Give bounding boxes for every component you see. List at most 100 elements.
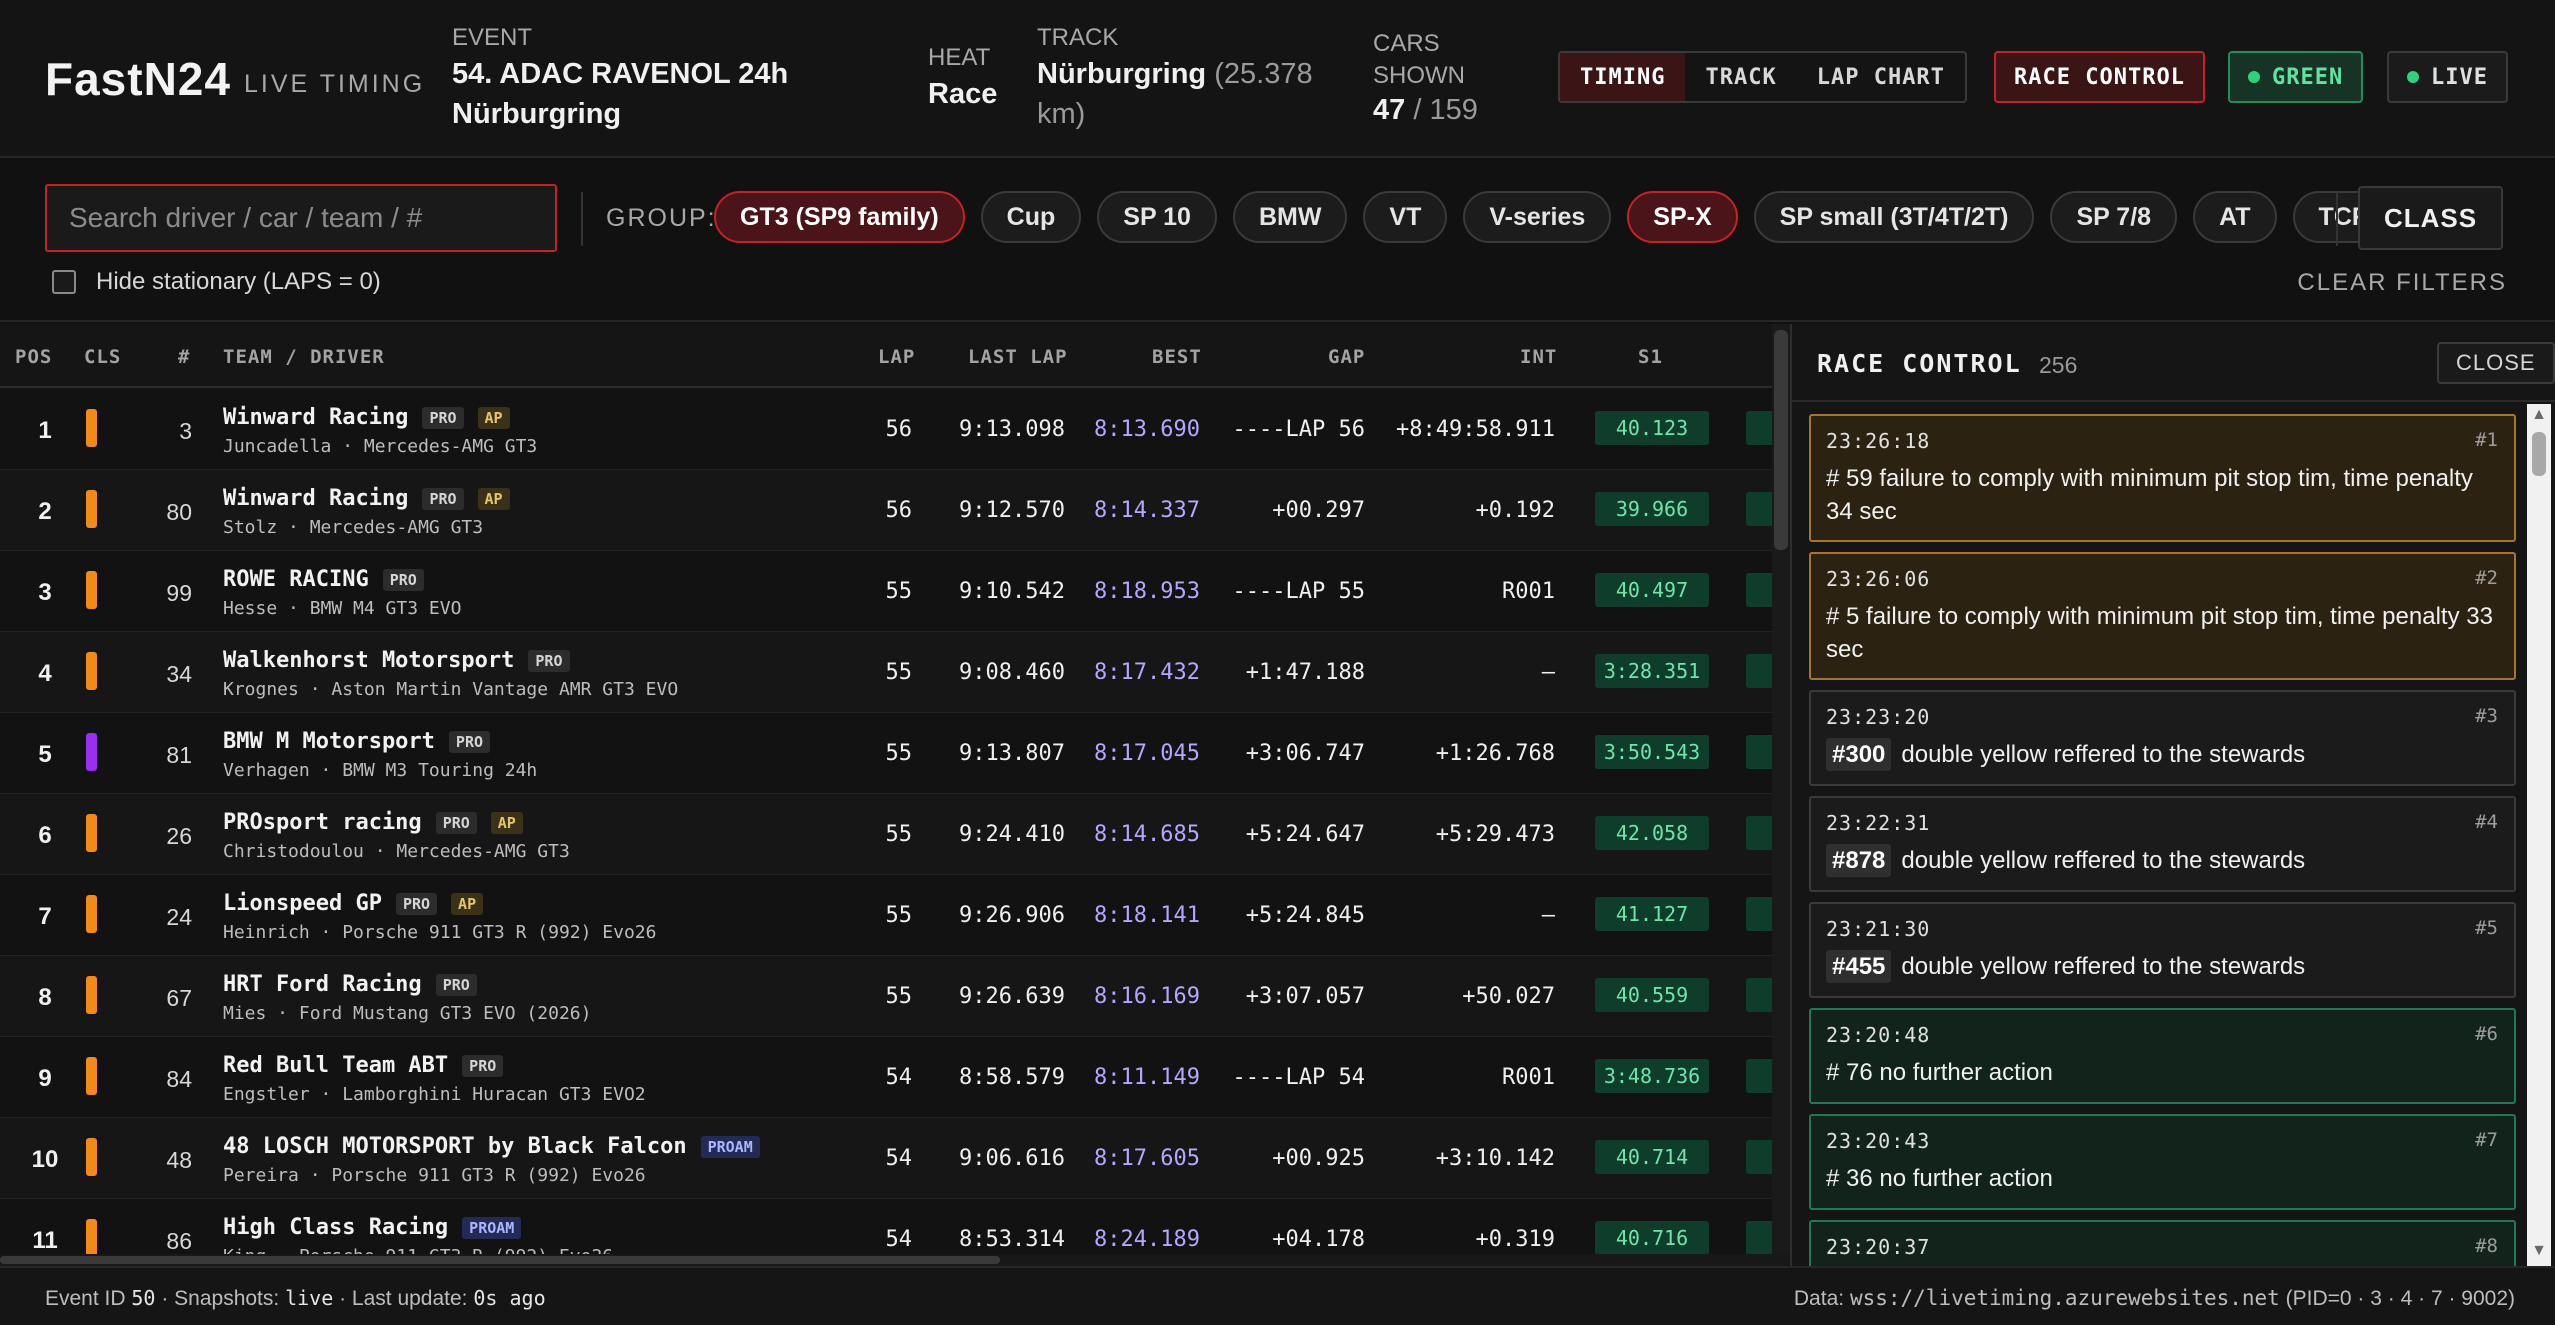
col-team-driver[interactable]: TEAM / DRIVER bbox=[223, 346, 385, 368]
race-control-messages: 23:26:18 #1 # 59 failure to comply with mi… bbox=[1792, 404, 2532, 1266]
col-best[interactable]: BEST bbox=[1152, 346, 1202, 368]
sector-1-time: 40.716 bbox=[1595, 1221, 1709, 1255]
interval: R001 bbox=[1502, 579, 1555, 604]
table-row[interactable]: 7 24 Lionspeed GP PRO AP Heinrich · Porsche 9… bbox=[0, 875, 1790, 956]
interval: – bbox=[1541, 660, 1555, 685]
chip-v-series[interactable]: V-series bbox=[1463, 191, 1612, 243]
gap: +5:24.845 bbox=[1245, 903, 1365, 928]
top-header: FastN24 LIVE TIMING EVENT 54. ADAC RAVEN… bbox=[0, 0, 2555, 158]
race-control-message[interactable]: 23:26:06 #2 # 5 failure to comply with min… bbox=[1809, 552, 2516, 680]
last-update-label: · Last update: bbox=[339, 1287, 468, 1310]
chip-at[interactable]: AT bbox=[2193, 191, 2277, 243]
cars-label: CARS SHOWN bbox=[1373, 28, 1465, 92]
class-color-bar bbox=[86, 571, 97, 609]
car-number-tag: #455 bbox=[1826, 950, 1892, 983]
team-name-text: HRT Ford Racing bbox=[223, 972, 422, 997]
message-index: #2 bbox=[2475, 567, 2498, 589]
best-lap: 8:14.685 bbox=[1094, 822, 1200, 847]
table-row[interactable]: 5 81 BMW M Motorsport PRO Verhagen · BMW M3 … bbox=[0, 713, 1790, 794]
scroll-down-icon[interactable]: ▼ bbox=[2530, 1242, 2548, 1260]
scroll-up-icon[interactable]: ▲ bbox=[2530, 406, 2548, 424]
col-gap[interactable]: GAP bbox=[1328, 346, 1365, 368]
col-pos[interactable]: POS bbox=[15, 346, 52, 368]
chip-sp78[interactable]: SP 7/8 bbox=[2050, 191, 2178, 243]
tab-track[interactable]: TRACK bbox=[1685, 53, 1796, 101]
track-name: Nürburgring bbox=[1037, 58, 1207, 90]
chip-sp-x[interactable]: SP-X bbox=[1627, 191, 1738, 243]
team-name-text: ROWE RACING bbox=[223, 567, 369, 592]
class-badge: AP bbox=[477, 487, 510, 510]
hide-stationary-checkbox[interactable] bbox=[52, 270, 76, 294]
chip-sp10[interactable]: SP 10 bbox=[1097, 191, 1217, 243]
table-row[interactable]: 6 26 PROsport racing PRO AP Christodoulou · M… bbox=[0, 794, 1790, 875]
table-row[interactable]: 2 80 Winward Racing PRO AP Stolz · Mercedes-A… bbox=[0, 470, 1790, 551]
chip-bmw[interactable]: BMW bbox=[1232, 191, 1348, 243]
interval: +5:29.473 bbox=[1435, 822, 1555, 847]
gap: ----LAP 54 bbox=[1232, 1065, 1365, 1090]
race-control-button[interactable]: RACE CONTROL bbox=[1994, 51, 2205, 103]
col-int[interactable]: INT bbox=[1520, 346, 1557, 368]
team-name: Winward Racing PRO AP bbox=[223, 486, 510, 511]
footer-status: Event ID 50 · Snapshots: live · Last upd… bbox=[45, 1286, 546, 1311]
driver-car: Hesse · BMW M4 GT3 EVO bbox=[223, 598, 462, 619]
class-badge: AP bbox=[451, 892, 484, 915]
table-row[interactable]: 1 3 Winward Racing PRO AP Juncadella · Merced… bbox=[0, 389, 1790, 470]
tab-timing[interactable]: TIMING bbox=[1560, 53, 1686, 101]
class-color-bar bbox=[86, 1219, 97, 1257]
col-lap[interactable]: LAP bbox=[878, 346, 915, 368]
table-row[interactable]: 8 67 HRT Ford Racing PRO Mies · Ford Mustang… bbox=[0, 956, 1790, 1037]
class-button[interactable]: CLASS bbox=[2358, 186, 2504, 250]
sector-1-time: 40.123 bbox=[1595, 411, 1709, 445]
car-number: 3 bbox=[179, 418, 192, 444]
race-control-message[interactable]: 23:21:30 #5 #455 double yellow reffered to … bbox=[1809, 902, 2516, 998]
table-scroll-thumb[interactable] bbox=[1774, 330, 1788, 550]
position: 6 bbox=[38, 822, 52, 849]
sector-1-time: 40.559 bbox=[1595, 978, 1709, 1012]
race-control-message[interactable]: 23:20:43 #7 # 36 no further action bbox=[1809, 1114, 2516, 1210]
race-control-message[interactable]: 23:20:37 #8 bbox=[1809, 1220, 2516, 1266]
chip-gt3[interactable]: GT3 (SP9 family) bbox=[714, 191, 965, 243]
race-control-scrollbar[interactable] bbox=[2527, 404, 2551, 1266]
app-logo: FastN24 bbox=[45, 53, 231, 105]
race-control-message[interactable]: 23:23:20 #3 #300 double yellow reffered to … bbox=[1809, 690, 2516, 786]
race-control-message[interactable]: 23:20:48 #6 # 76 no further action bbox=[1809, 1008, 2516, 1104]
clear-filters-button[interactable]: CLEAR FILTERS bbox=[2297, 269, 2507, 297]
table-hscroll-thumb[interactable] bbox=[0, 1256, 1000, 1264]
cars-shown: 47 bbox=[1373, 94, 1406, 126]
gap: +3:07.057 bbox=[1245, 984, 1365, 1009]
col-cls[interactable]: CLS bbox=[84, 346, 121, 368]
team-name: Lionspeed GP PRO AP bbox=[223, 891, 484, 916]
col-s1[interactable]: S1 bbox=[1638, 346, 1663, 368]
race-control-message[interactable]: 23:26:18 #1 # 59 failure to comply with mi… bbox=[1809, 414, 2516, 542]
team-name-text: Winward Racing bbox=[223, 486, 409, 511]
team-name-text: 48 LOSCH MOTORSPORT by Black Falcon bbox=[223, 1134, 687, 1159]
class-badge: AP bbox=[490, 811, 523, 834]
best-lap: 8:24.189 bbox=[1094, 1227, 1200, 1252]
chip-vt[interactable]: VT bbox=[1363, 191, 1448, 243]
table-row[interactable]: 3 99 ROWE RACING PRO Hesse · BMW M4 GT3 EVO 5… bbox=[0, 551, 1790, 632]
hide-stationary-toggle[interactable]: Hide stationary (LAPS = 0) bbox=[52, 268, 381, 296]
col-num[interactable]: # bbox=[178, 346, 190, 368]
cars-total: / 159 bbox=[1413, 94, 1478, 126]
search-input[interactable] bbox=[45, 184, 557, 252]
message-time: 23:26:18 bbox=[1826, 429, 1931, 453]
table-row[interactable]: 10 48 48 LOSCH MOTORSPORT by Black Falcon P… bbox=[0, 1118, 1790, 1199]
lap-count: 54 bbox=[885, 1065, 913, 1090]
driver-car: Verhagen · BMW M3 Touring 24h bbox=[223, 760, 538, 781]
race-control-panel: RACE CONTROL 256 CLOSE 23:26:18 #1 # 59 fa… bbox=[1790, 324, 2555, 1266]
gap: +04.178 bbox=[1272, 1227, 1365, 1252]
col-last-lap[interactable]: LAST LAP bbox=[968, 346, 1068, 368]
table-row[interactable]: 4 34 Walkenhorst Motorsport PRO Krognes · As… bbox=[0, 632, 1790, 713]
close-button[interactable]: CLOSE bbox=[2437, 342, 2555, 384]
last-lap: 9:13.098 bbox=[959, 417, 1065, 442]
tab-lap-chart[interactable]: LAP CHART bbox=[1797, 53, 1965, 101]
class-badge: PRO bbox=[422, 406, 464, 429]
hide-stationary-label: Hide stationary (LAPS = 0) bbox=[96, 268, 381, 295]
chip-sp-small[interactable]: SP small (3T/4T/2T) bbox=[1753, 191, 2035, 243]
chip-cup[interactable]: Cup bbox=[980, 191, 1082, 243]
message-body: double yellow reffered to the stewards bbox=[1901, 953, 2306, 980]
table-row[interactable]: 9 84 Red Bull Team ABT PRO Engstler · Lambor… bbox=[0, 1037, 1790, 1118]
race-control-message[interactable]: 23:22:31 #4 #878 double yellow reffered to … bbox=[1809, 796, 2516, 892]
gap: ----LAP 55 bbox=[1232, 579, 1365, 604]
race-control-scroll-thumb[interactable] bbox=[2532, 432, 2546, 476]
